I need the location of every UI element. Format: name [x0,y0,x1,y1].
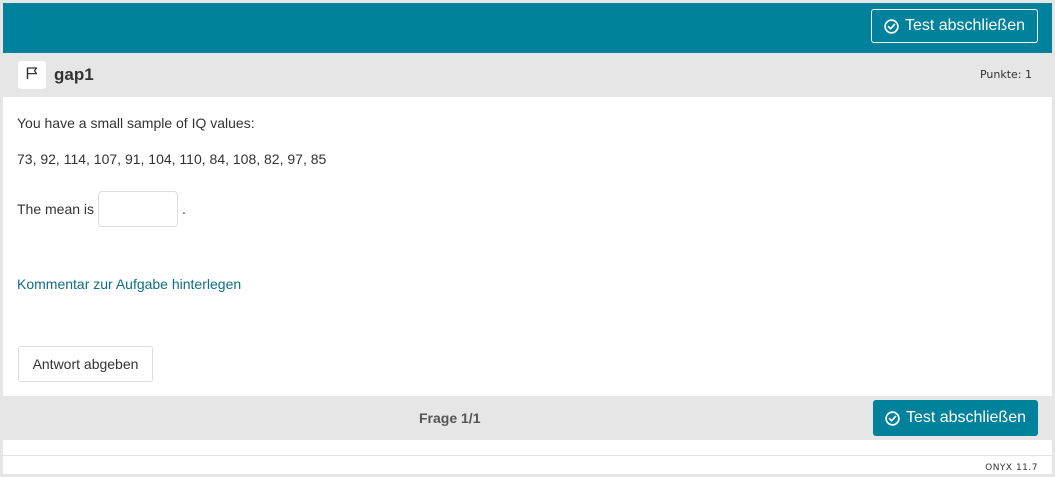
gap-prompt-after: . [182,201,186,217]
comment-link[interactable]: Kommentar zur Aufgabe hinterlegen [17,276,241,292]
submit-answer-button[interactable]: Antwort abgeben [18,346,153,382]
flag-question-button[interactable] [18,61,46,89]
mean-answer-input[interactable] [98,191,179,227]
question-header: gap1 Punkte: 1 [3,53,1052,97]
check-circle-icon [884,18,899,34]
top-toolbar: Test abschließen [3,3,1052,53]
test-frame: Test abschließen gap1 Punkte: 1 You have… [3,3,1052,474]
question-title: gap1 [54,65,94,84]
flag-icon [25,66,39,85]
footer-divider [3,455,1052,456]
footer-toolbar: Frage 1/1 Test abschließen [3,396,1052,440]
points-label: Punkte: 1 [979,68,1032,81]
iq-values: 73, 92, 114, 107, 91, 104, 110, 84, 108,… [17,151,327,167]
finish-test-button-bottom[interactable]: Test abschließen [872,400,1038,436]
gap-prompt-before: The mean is [17,201,95,217]
check-circle-icon [885,410,900,426]
version-label: ONYX 11.7 [985,463,1038,473]
question-pager: Frage 1/1 [419,410,481,426]
gap-sentence: The mean is . [17,191,186,227]
finish-test-label: Test abschließen [904,17,1025,34]
finish-test-button-top[interactable]: Test abschließen [870,9,1038,43]
finish-test-label: Test abschließen [905,409,1026,426]
question-intro: You have a small sample of IQ values: [17,115,255,131]
